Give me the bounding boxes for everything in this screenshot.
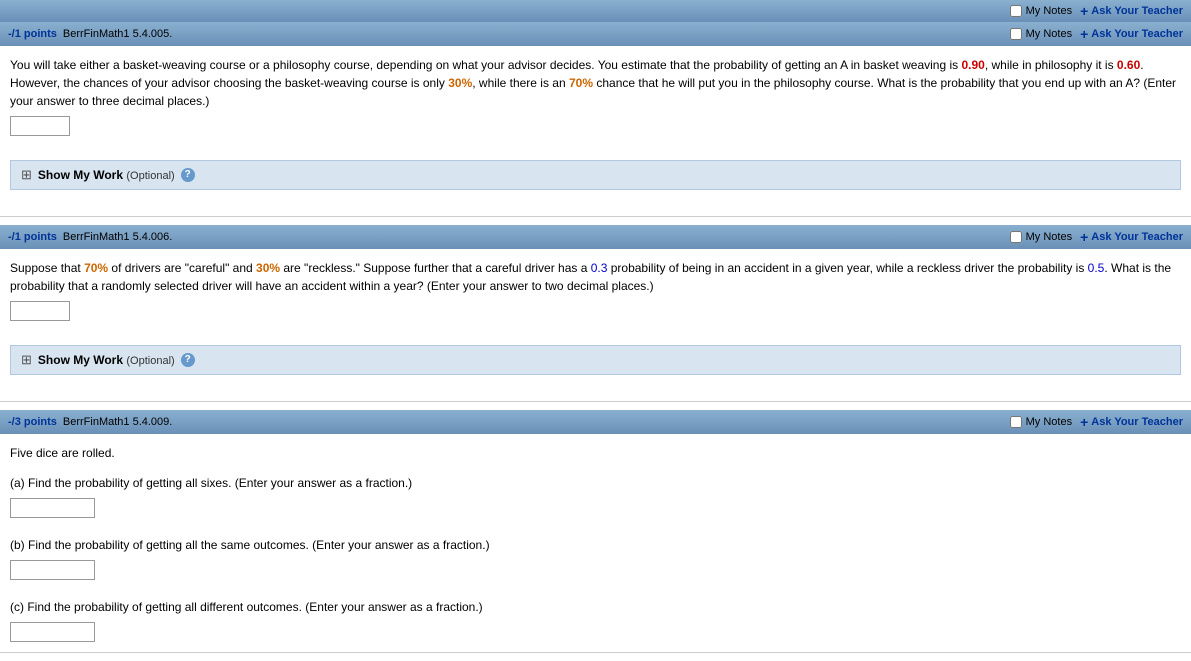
question-1-show-work-text: Show My Work bbox=[38, 168, 123, 182]
top-notes-label[interactable]: My Notes bbox=[1010, 5, 1072, 17]
q2-val4: 0.5 bbox=[1088, 261, 1105, 275]
q1-val4: 70% bbox=[569, 76, 593, 90]
question-1-show-my-work[interactable]: ⊞ Show My Work (Optional) ? bbox=[10, 160, 1181, 190]
question-3-ask-teacher-text: Ask Your Teacher bbox=[1091, 416, 1183, 428]
question-3-section: -/3 points BerrFinMath1 5.4.009. My Note… bbox=[0, 410, 1191, 653]
top-ask-teacher-btn[interactable]: + Ask Your Teacher bbox=[1080, 3, 1183, 19]
top-bar-right: My Notes + Ask Your Teacher bbox=[1010, 3, 1183, 19]
question-3-intro: Five dice are rolled. bbox=[10, 444, 1181, 462]
question-3-id: BerrFinMath1 5.4.009. bbox=[63, 416, 172, 428]
question-2-plus-icon: + bbox=[1080, 229, 1088, 245]
question-2-show-work-text: Show My Work bbox=[38, 353, 123, 367]
question-2-header: -/1 points BerrFinMath1 5.4.006. My Note… bbox=[0, 225, 1191, 249]
question-1-ask-teacher-text: Ask Your Teacher bbox=[1091, 28, 1183, 40]
q1-val3: 30% bbox=[448, 76, 472, 90]
question-2-header-left: -/1 points BerrFinMath1 5.4.006. bbox=[8, 231, 172, 243]
question-1-show-work-icon: ⊞ bbox=[21, 167, 32, 183]
question-3-notes-checkbox[interactable] bbox=[1010, 416, 1022, 428]
question-2-ask-teacher-btn[interactable]: + Ask Your Teacher bbox=[1080, 229, 1183, 245]
question-3c-input[interactable] bbox=[10, 622, 95, 642]
q2-val1: 70% bbox=[84, 261, 108, 275]
question-3a-label: (a) Find the probability of getting all … bbox=[10, 476, 412, 490]
question-3-points: -/3 points bbox=[8, 416, 57, 428]
question-2-notes-checkbox[interactable] bbox=[1010, 231, 1022, 243]
question-1-body: You will take either a basket-weaving co… bbox=[0, 46, 1191, 142]
question-2-show-work-label: Show My Work (Optional) bbox=[38, 353, 175, 367]
question-1-points: -/1 points bbox=[8, 28, 57, 40]
question-1-header: -/1 points BerrFinMath1 5.4.005. My Note… bbox=[0, 22, 1191, 46]
question-3-notes-text: My Notes bbox=[1026, 416, 1072, 428]
question-2-help-icon[interactable]: ? bbox=[181, 353, 195, 367]
question-1-notes-label[interactable]: My Notes bbox=[1010, 28, 1072, 40]
question-2-notes-text: My Notes bbox=[1026, 231, 1072, 243]
question-3-header: -/3 points BerrFinMath1 5.4.009. My Note… bbox=[0, 410, 1191, 434]
top-plus-icon: + bbox=[1080, 3, 1088, 19]
q2-val3: 0.3 bbox=[591, 261, 608, 275]
question-3c: (c) Find the probability of getting all … bbox=[10, 594, 1181, 646]
question-2-answer-input[interactable] bbox=[10, 301, 70, 321]
question-3b-input[interactable] bbox=[10, 560, 95, 580]
question-3-notes-label[interactable]: My Notes bbox=[1010, 416, 1072, 428]
question-1-section: -/1 points BerrFinMath1 5.4.005. My Note… bbox=[0, 22, 1191, 217]
question-3-body: Five dice are rolled. (a) Find the proba… bbox=[0, 434, 1191, 652]
question-1-notes-text: My Notes bbox=[1026, 28, 1072, 40]
question-1-header-left: -/1 points BerrFinMath1 5.4.005. bbox=[8, 28, 172, 40]
question-2-body: Suppose that 70% of drivers are "careful… bbox=[0, 249, 1191, 327]
q1-val1: 0.90 bbox=[961, 58, 984, 72]
question-2-show-work-icon: ⊞ bbox=[21, 352, 32, 368]
question-1-answer-input[interactable] bbox=[10, 116, 70, 136]
question-1-ask-teacher-btn[interactable]: + Ask Your Teacher bbox=[1080, 26, 1183, 42]
question-2-optional-label: (Optional) bbox=[126, 355, 174, 367]
question-3b-label: (b) Find the probability of getting all … bbox=[10, 538, 490, 552]
question-1-help-icon[interactable]: ? bbox=[181, 168, 195, 182]
question-1-text: You will take either a basket-weaving co… bbox=[10, 56, 1181, 110]
question-2-header-right: My Notes + Ask Your Teacher bbox=[1010, 229, 1183, 245]
question-3a-input[interactable] bbox=[10, 498, 95, 518]
question-1-show-work-label: Show My Work (Optional) bbox=[38, 168, 175, 182]
question-3a: (a) Find the probability of getting all … bbox=[10, 470, 1181, 522]
question-1-optional-label: (Optional) bbox=[126, 170, 174, 182]
question-3-plus-icon: + bbox=[1080, 414, 1088, 430]
q2-val2: 30% bbox=[256, 261, 280, 275]
top-notes-text: My Notes bbox=[1026, 5, 1072, 17]
question-1-header-right: My Notes + Ask Your Teacher bbox=[1010, 26, 1183, 42]
question-3-ask-teacher-btn[interactable]: + Ask Your Teacher bbox=[1080, 414, 1183, 430]
question-2-id: BerrFinMath1 5.4.006. bbox=[63, 231, 172, 243]
question-1-notes-checkbox[interactable] bbox=[1010, 28, 1022, 40]
top-bar: My Notes + Ask Your Teacher bbox=[0, 0, 1191, 22]
q1-val2: 0.60 bbox=[1117, 58, 1140, 72]
question-2-ask-teacher-text: Ask Your Teacher bbox=[1091, 231, 1183, 243]
question-2-section: -/1 points BerrFinMath1 5.4.006. My Note… bbox=[0, 225, 1191, 402]
question-3-header-right: My Notes + Ask Your Teacher bbox=[1010, 414, 1183, 430]
question-2-points: -/1 points bbox=[8, 231, 57, 243]
question-1-plus-icon: + bbox=[1080, 26, 1088, 42]
top-ask-teacher-text: Ask Your Teacher bbox=[1091, 5, 1183, 17]
question-1-id: BerrFinMath1 5.4.005. bbox=[63, 28, 172, 40]
top-notes-checkbox[interactable] bbox=[1010, 5, 1022, 17]
question-2-show-my-work[interactable]: ⊞ Show My Work (Optional) ? bbox=[10, 345, 1181, 375]
question-3-header-left: -/3 points BerrFinMath1 5.4.009. bbox=[8, 416, 172, 428]
question-3c-label: (c) Find the probability of getting all … bbox=[10, 600, 483, 614]
question-2-notes-label[interactable]: My Notes bbox=[1010, 231, 1072, 243]
question-2-text: Suppose that 70% of drivers are "careful… bbox=[10, 259, 1181, 295]
question-3b: (b) Find the probability of getting all … bbox=[10, 532, 1181, 584]
